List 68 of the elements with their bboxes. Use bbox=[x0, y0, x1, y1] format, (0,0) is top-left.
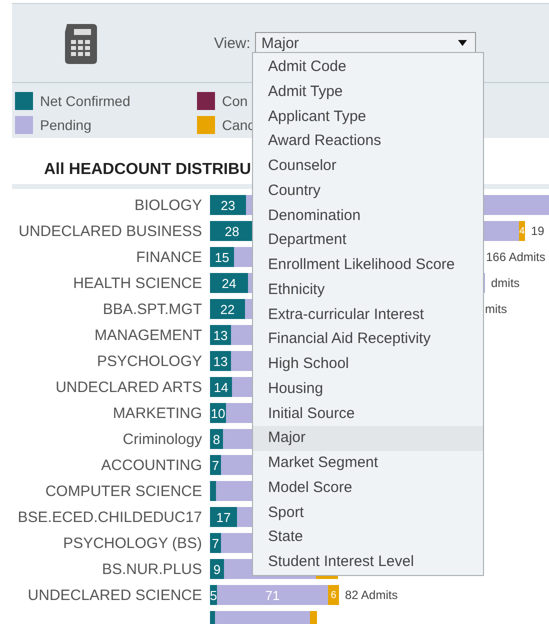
legend-label: Net Confirmed bbox=[40, 93, 130, 109]
dropdown-option[interactable]: Award Reactions bbox=[253, 129, 483, 154]
total-label: mits bbox=[485, 302, 507, 316]
dropdown-option[interactable]: Market Segment bbox=[253, 451, 483, 476]
category-label: MARKETING bbox=[112, 404, 202, 422]
calculator-icon bbox=[63, 24, 99, 64]
category-label: PSYCHOLOGY (BS) bbox=[62, 534, 202, 552]
dropdown-option[interactable]: Major bbox=[253, 426, 483, 451]
bar-segment: 17 bbox=[210, 507, 237, 527]
legend-label: Pending bbox=[40, 117, 92, 133]
dropdown-option[interactable]: Admit Code bbox=[253, 55, 483, 80]
category-label: UNDECLARED ARTS bbox=[54, 378, 202, 396]
dropdown-option[interactable]: Denomination bbox=[253, 204, 483, 228]
dropdown-option[interactable]: State bbox=[253, 525, 483, 550]
total-label: 82 Admits bbox=[345, 588, 398, 602]
category-label: BBA.SPT.MGT bbox=[102, 300, 202, 318]
bar-segment: 15 bbox=[210, 247, 234, 267]
bar-segment: 5 bbox=[210, 585, 217, 605]
total-label: dmits bbox=[491, 276, 520, 290]
dropdown-option[interactable]: Model Score bbox=[253, 476, 483, 500]
bar-segment: 9 bbox=[210, 559, 224, 579]
bar-segment: 13 bbox=[210, 351, 231, 371]
legend-label: Con bbox=[222, 93, 248, 109]
category-label: BS.NUR.PLUS bbox=[100, 560, 202, 578]
dropdown-option[interactable]: Country bbox=[253, 178, 483, 204]
bar-segment: 6 bbox=[328, 585, 339, 605]
category-label: BSE.ECED.CHILDEDUC17 bbox=[16, 508, 202, 526]
category-label: BIOLOGY bbox=[133, 196, 202, 214]
dropdown-option[interactable]: Financial Aid Receptivity bbox=[253, 327, 483, 352]
bar-segment: 71 bbox=[217, 585, 328, 605]
bar-segment: 28 bbox=[210, 221, 254, 241]
category-label: FINANCE bbox=[135, 248, 202, 266]
bar-segment: 13 bbox=[210, 325, 231, 345]
bar-segment: 14 bbox=[210, 377, 232, 397]
caret-icon bbox=[458, 40, 468, 46]
bar-segment: 7 bbox=[210, 455, 221, 475]
dropdown-option[interactable]: Department bbox=[253, 228, 483, 253]
view-dropdown[interactable]: Major bbox=[255, 32, 476, 54]
dropdown-option[interactable]: Sport bbox=[253, 500, 483, 526]
bar-segment: 10 bbox=[210, 403, 226, 423]
bar-segment: 22 bbox=[210, 299, 245, 319]
category-label: HEALTH SCIENCE bbox=[72, 274, 202, 292]
category-label: ACCOUNTING bbox=[100, 456, 202, 474]
total-label: 19 bbox=[531, 224, 544, 238]
dropdown-option[interactable]: Extra-curricular Interest bbox=[253, 302, 483, 328]
category-label: UNDECLARED BUSINESS bbox=[18, 222, 202, 240]
total-label: 166 Admits bbox=[486, 250, 546, 264]
category-label: UNDECLARED SCIENCE bbox=[26, 586, 202, 604]
category-label: COMPUTER SCIENCE bbox=[44, 482, 202, 500]
dropdown-option[interactable]: Student Interest Level bbox=[253, 550, 483, 575]
dropdown-option[interactable]: Counselor bbox=[253, 154, 483, 179]
dropdown-option[interactable]: Initial Source bbox=[253, 402, 483, 426]
bar-segment: 24 bbox=[210, 273, 248, 293]
category-label: MANAGEMENT bbox=[93, 326, 202, 344]
category-label: Criminology bbox=[122, 430, 202, 448]
chart-title: All HEADCOUNT DISTRIBU bbox=[44, 160, 252, 180]
dropdown-option[interactable]: High School bbox=[253, 352, 483, 377]
bar-segment: 8 bbox=[210, 429, 223, 449]
bar-segment: 4 bbox=[519, 221, 525, 241]
dropdown-option[interactable]: Admit Type bbox=[253, 80, 483, 104]
dropdown-option[interactable]: Applicant Type bbox=[253, 104, 483, 130]
dropdown-option[interactable]: Ethnicity bbox=[253, 278, 483, 302]
bar-segment: 7 bbox=[210, 533, 221, 553]
dropdown-option[interactable]: Enrollment Likelihood Score bbox=[253, 253, 483, 278]
category-label: PSYCHOLOGY bbox=[96, 352, 202, 370]
view-label: View: bbox=[214, 34, 250, 52]
bar-segment: 23 bbox=[210, 195, 246, 215]
dropdown-option[interactable]: Housing bbox=[253, 376, 483, 402]
